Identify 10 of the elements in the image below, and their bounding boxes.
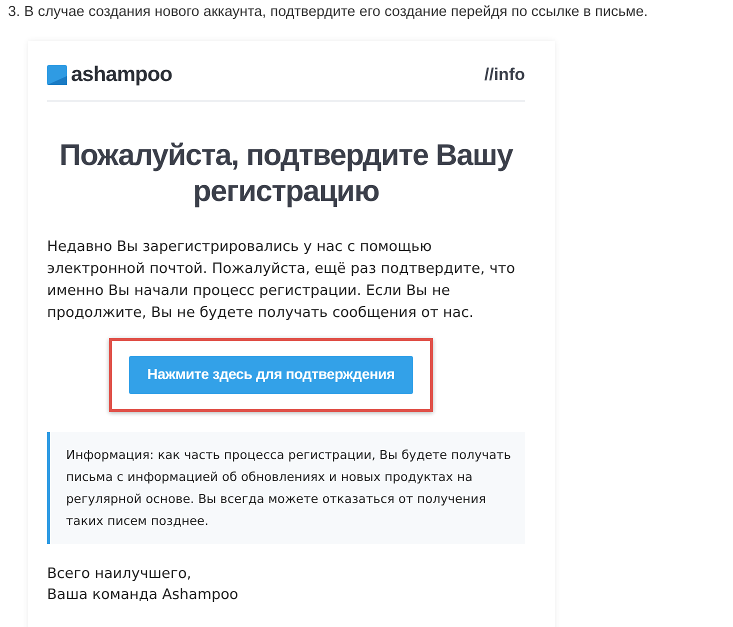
info-tag: //info — [484, 65, 525, 85]
signature-line: Ваша команда Ashampoo — [47, 586, 240, 605]
info-text: Информация: как часть процесса регистрации, Вы будете получать письма с информацией об обновлениях и новых продуктах на регулярной основе. Вы всегда можете отказаться от получения таких писем позднее. — [66, 447, 511, 530]
email-body: Недавно Вы зарегистрировались у нас с помощью электронной почтой. Пожалуйста, ещё раз подтвердите, что именно Вы начали процесс регистрации. Если Вы не продолжите, Вы не будете получать сообщения от нас. — [47, 238, 516, 323]
signature-line: Всего наилучшего, — [47, 565, 192, 584]
logo-icon — [47, 65, 67, 85]
confirm-button[interactable]: Нажмите здесь для подтверждения — [129, 356, 413, 394]
logo-text: ashampoo — [71, 63, 172, 87]
email-title: Пожалуйста, подтвердите Вашу регистрацию — [58, 138, 514, 210]
step-instruction: 3. В случае создания нового аккаунта, подтвердите его создание перейдя по ссылке в письме. — [8, 3, 649, 20]
